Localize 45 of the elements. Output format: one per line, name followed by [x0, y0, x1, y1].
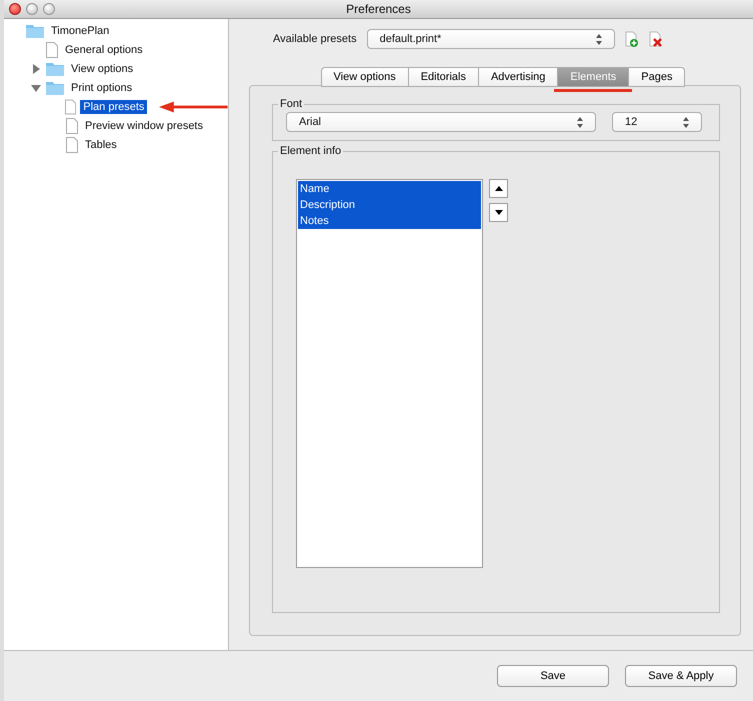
size-dropdown[interactable]: 12	[612, 112, 702, 132]
list-item[interactable]: Notes	[298, 213, 481, 229]
dialog-button[interactable]: Save	[497, 665, 609, 687]
page-icon	[66, 118, 78, 134]
collapsed-triangle-icon[interactable]	[31, 64, 41, 74]
group-title: Font	[279, 98, 304, 110]
group-title: Element info	[279, 145, 342, 157]
folder-icon	[46, 62, 64, 76]
tab[interactable]: View options	[320, 67, 409, 87]
add-page-icon[interactable]	[624, 31, 639, 47]
font-dropdown[interactable]: Arial	[286, 112, 596, 132]
close-button[interactable]	[9, 3, 21, 15]
delete-page-icon[interactable]	[648, 31, 663, 47]
window-title: Preferences	[346, 2, 411, 16]
tab[interactable]: Advertising	[478, 67, 558, 87]
tree-item[interactable]: TimonePlan	[48, 24, 112, 38]
presets-label: Available presets	[273, 33, 357, 45]
tree-item[interactable]: Preview window presets	[82, 118, 206, 132]
down-arrow-icon	[494, 210, 502, 215]
page-icon	[66, 136, 78, 152]
up-arrow-icon	[494, 186, 502, 191]
list-item[interactable]: Name	[298, 181, 481, 197]
presets-dropdown[interactable]: default.print*	[366, 29, 615, 49]
move-up-button[interactable]	[489, 179, 508, 198]
expanded-triangle-icon[interactable]	[31, 82, 41, 92]
stepper-arrows-icon	[577, 116, 583, 128]
zoom-button[interactable]	[43, 3, 55, 15]
tab[interactable]: Pages	[629, 67, 686, 87]
folder-icon	[46, 80, 64, 94]
tree-item[interactable]: Print options	[68, 80, 136, 94]
stepper-arrows-icon	[683, 116, 689, 128]
tree-item[interactable]: View options	[68, 62, 136, 76]
list-item[interactable]: Description	[298, 197, 481, 213]
page-icon	[65, 98, 76, 114]
page-icon	[46, 42, 58, 58]
stepper-arrows-icon	[596, 34, 602, 44]
tree-item[interactable]: Plan presets	[80, 100, 148, 114]
move-down-button[interactable]	[489, 203, 508, 222]
dialog-button[interactable]: Save & Apply	[625, 665, 737, 687]
folder-icon	[26, 24, 44, 38]
pointer-arrow-icon	[159, 100, 228, 112]
tree-item[interactable]: Tables	[82, 138, 120, 152]
minimize-button[interactable]	[26, 3, 38, 15]
tab[interactable]: Editorials	[408, 67, 479, 87]
tree-item[interactable]: General options	[62, 42, 146, 56]
